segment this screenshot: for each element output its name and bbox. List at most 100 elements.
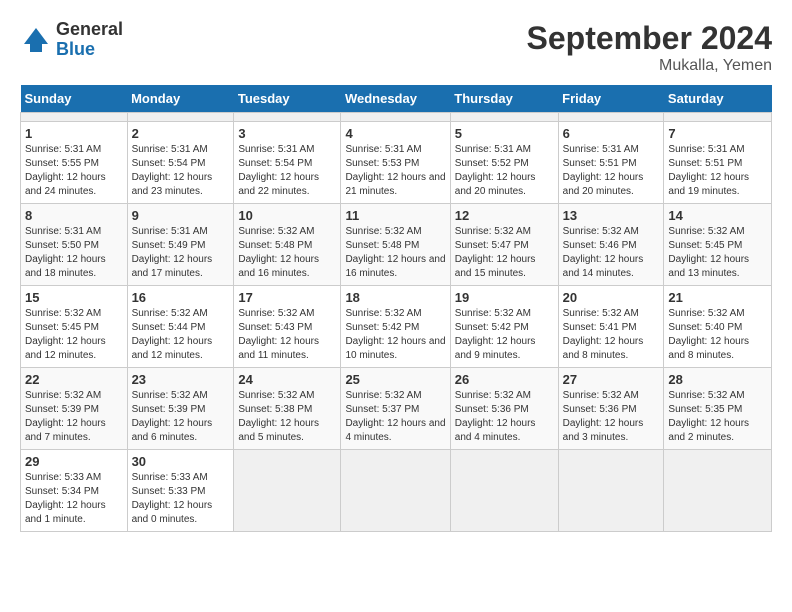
day-number: 1: [25, 126, 123, 141]
day-number: 14: [668, 208, 767, 223]
day-number: 2: [132, 126, 230, 141]
calendar-day-cell: 2 Sunrise: 5:31 AMSunset: 5:54 PMDaylight…: [127, 122, 234, 204]
logo-icon: [20, 24, 52, 56]
calendar-day-cell: 4 Sunrise: 5:31 AMSunset: 5:53 PMDaylight…: [341, 122, 450, 204]
page-header: General Blue September 2024 Mukalla, Yem…: [20, 20, 772, 75]
calendar-day-cell: [341, 450, 450, 532]
day-info: Sunrise: 5:31 AMSunset: 5:52 PMDaylight:…: [455, 143, 554, 199]
calendar-day-cell: [234, 113, 341, 122]
logo: General Blue: [20, 20, 123, 60]
day-info: Sunrise: 5:31 AMSunset: 5:54 PMDaylight:…: [132, 143, 230, 199]
logo-general: General: [56, 20, 123, 40]
day-of-week-header: Monday: [127, 85, 234, 113]
day-number: 6: [563, 126, 660, 141]
calendar-week-row: 8Sunrise: 5:31 AMSunset: 5:50 PMDaylight…: [21, 204, 772, 286]
day-info: Sunrise: 5:32 AMSunset: 5:48 PMDaylight:…: [238, 225, 336, 281]
calendar-day-cell: [664, 450, 772, 532]
calendar-day-cell: 18 Sunrise: 5:32 AMSunset: 5:42 PMDayligh…: [341, 286, 450, 368]
calendar-day-cell: 16Sunrise: 5:32 AMSunset: 5:44 PMDayligh…: [127, 286, 234, 368]
day-number: 18: [345, 290, 445, 305]
calendar-week-row: 1 Sunrise: 5:31 AMSunset: 5:55 PMDaylight…: [21, 122, 772, 204]
day-of-week-header: Thursday: [450, 85, 558, 113]
calendar-day-cell: 7Sunrise: 5:31 AMSunset: 5:51 PMDaylight…: [664, 122, 772, 204]
day-number: 12: [455, 208, 554, 223]
day-info: Sunrise: 5:32 AMSunset: 5:42 PMDaylight:…: [455, 307, 554, 363]
calendar-day-cell: 3Sunrise: 5:31 AMSunset: 5:54 PMDaylight…: [234, 122, 341, 204]
calendar-day-cell: 29 Sunrise: 5:33 AMSunset: 5:34 PMDayligh…: [21, 450, 128, 532]
calendar-day-cell: 8Sunrise: 5:31 AMSunset: 5:50 PMDaylight…: [21, 204, 128, 286]
calendar-day-cell: 5 Sunrise: 5:31 AMSunset: 5:52 PMDaylight…: [450, 122, 558, 204]
location-subtitle: Mukalla, Yemen: [527, 57, 772, 75]
day-number: 22: [25, 372, 123, 387]
calendar-week-row: [21, 113, 772, 122]
day-of-week-header: Wednesday: [341, 85, 450, 113]
day-info: Sunrise: 5:33 AMSunset: 5:34 PMDaylight:…: [25, 471, 123, 527]
calendar-table: SundayMondayTuesdayWednesdayThursdayFrid…: [20, 85, 772, 532]
calendar-day-cell: 26Sunrise: 5:32 AMSunset: 5:36 PMDayligh…: [450, 368, 558, 450]
calendar-day-cell: 23 Sunrise: 5:32 AMSunset: 5:39 PMDayligh…: [127, 368, 234, 450]
day-number: 16: [132, 290, 230, 305]
day-info: Sunrise: 5:31 AMSunset: 5:55 PMDaylight:…: [25, 143, 123, 199]
calendar-day-cell: 6 Sunrise: 5:31 AMSunset: 5:51 PMDaylight…: [558, 122, 664, 204]
day-info: Sunrise: 5:32 AMSunset: 5:47 PMDaylight:…: [455, 225, 554, 281]
day-info: Sunrise: 5:32 AMSunset: 5:35 PMDaylight:…: [668, 389, 767, 445]
day-number: 28: [668, 372, 767, 387]
calendar-day-cell: [450, 113, 558, 122]
day-number: 23: [132, 372, 230, 387]
day-number: 20: [563, 290, 660, 305]
day-info: Sunrise: 5:31 AMSunset: 5:54 PMDaylight:…: [238, 143, 336, 199]
calendar-day-cell: 17 Sunrise: 5:32 AMSunset: 5:43 PMDayligh…: [234, 286, 341, 368]
day-number: 30: [132, 454, 230, 469]
day-info: Sunrise: 5:32 AMSunset: 5:41 PMDaylight:…: [563, 307, 660, 363]
calendar-day-cell: [234, 450, 341, 532]
day-number: 13: [563, 208, 660, 223]
day-number: 17: [238, 290, 336, 305]
calendar-day-cell: [558, 113, 664, 122]
day-number: 8: [25, 208, 123, 223]
day-info: Sunrise: 5:32 AMSunset: 5:48 PMDaylight:…: [345, 225, 445, 281]
calendar-day-cell: 30 Sunrise: 5:33 AMSunset: 5:33 PMDayligh…: [127, 450, 234, 532]
calendar-day-cell: [664, 113, 772, 122]
day-of-week-header: Friday: [558, 85, 664, 113]
calendar-day-cell: 12 Sunrise: 5:32 AMSunset: 5:47 PMDayligh…: [450, 204, 558, 286]
day-info: Sunrise: 5:31 AMSunset: 5:51 PMDaylight:…: [668, 143, 767, 199]
calendar-day-cell: 1 Sunrise: 5:31 AMSunset: 5:55 PMDaylight…: [21, 122, 128, 204]
calendar-day-cell: 10 Sunrise: 5:32 AMSunset: 5:48 PMDayligh…: [234, 204, 341, 286]
day-number: 21: [668, 290, 767, 305]
day-info: Sunrise: 5:32 AMSunset: 5:39 PMDaylight:…: [25, 389, 123, 445]
calendar-day-cell: 25Sunrise: 5:32 AMSunset: 5:37 PMDayligh…: [341, 368, 450, 450]
calendar-day-cell: 19Sunrise: 5:32 AMSunset: 5:42 PMDayligh…: [450, 286, 558, 368]
day-number: 5: [455, 126, 554, 141]
day-info: Sunrise: 5:31 AMSunset: 5:51 PMDaylight:…: [563, 143, 660, 199]
day-info: Sunrise: 5:32 AMSunset: 5:43 PMDaylight:…: [238, 307, 336, 363]
day-number: 4: [345, 126, 445, 141]
calendar-day-cell: 15Sunrise: 5:32 AMSunset: 5:45 PMDayligh…: [21, 286, 128, 368]
day-info: Sunrise: 5:32 AMSunset: 5:37 PMDaylight:…: [345, 389, 445, 445]
calendar-day-cell: 27Sunrise: 5:32 AMSunset: 5:36 PMDayligh…: [558, 368, 664, 450]
day-number: 29: [25, 454, 123, 469]
logo-text: General Blue: [56, 20, 123, 60]
day-of-week-header: Sunday: [21, 85, 128, 113]
calendar-day-cell: [341, 113, 450, 122]
day-info: Sunrise: 5:32 AMSunset: 5:42 PMDaylight:…: [345, 307, 445, 363]
calendar-day-cell: 11 Sunrise: 5:32 AMSunset: 5:48 PMDayligh…: [341, 204, 450, 286]
calendar-day-cell: [450, 450, 558, 532]
day-of-week-header: Saturday: [664, 85, 772, 113]
day-of-week-header: Tuesday: [234, 85, 341, 113]
calendar-day-cell: 13Sunrise: 5:32 AMSunset: 5:46 PMDayligh…: [558, 204, 664, 286]
calendar-day-cell: [127, 113, 234, 122]
day-info: Sunrise: 5:32 AMSunset: 5:45 PMDaylight:…: [668, 225, 767, 281]
logo-blue: Blue: [56, 40, 123, 60]
day-number: 10: [238, 208, 336, 223]
day-info: Sunrise: 5:32 AMSunset: 5:40 PMDaylight:…: [668, 307, 767, 363]
day-info: Sunrise: 5:32 AMSunset: 5:39 PMDaylight:…: [132, 389, 230, 445]
day-number: 9: [132, 208, 230, 223]
day-info: Sunrise: 5:33 AMSunset: 5:33 PMDaylight:…: [132, 471, 230, 527]
calendar-week-row: 29 Sunrise: 5:33 AMSunset: 5:34 PMDayligh…: [21, 450, 772, 532]
day-number: 11: [345, 208, 445, 223]
day-info: Sunrise: 5:31 AMSunset: 5:53 PMDaylight:…: [345, 143, 445, 199]
calendar-day-cell: 14 Sunrise: 5:32 AMSunset: 5:45 PMDayligh…: [664, 204, 772, 286]
day-info: Sunrise: 5:32 AMSunset: 5:36 PMDaylight:…: [563, 389, 660, 445]
calendar-day-cell: 21 Sunrise: 5:32 AMSunset: 5:40 PMDayligh…: [664, 286, 772, 368]
title-block: September 2024 Mukalla, Yemen: [527, 20, 772, 75]
